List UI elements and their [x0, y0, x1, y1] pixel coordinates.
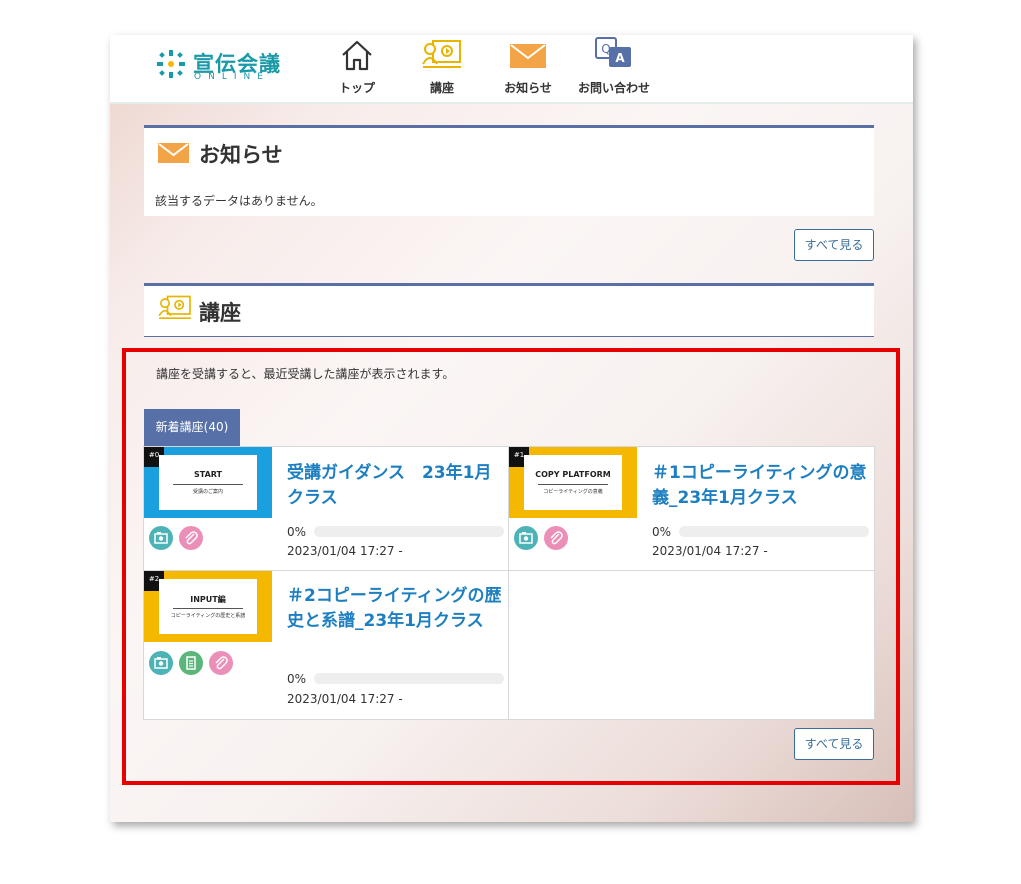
video-icon	[514, 526, 538, 550]
course-card[interactable]: #2 INPUT編 コピーライティングの歴史と系譜 ＃2コピーライティングの歴史…	[144, 571, 508, 719]
notices-title: お知らせ	[199, 143, 283, 167]
thumbnail-panel: INPUT編 コピーライティングの歴史と系譜	[159, 579, 257, 634]
clip-icon	[179, 526, 203, 550]
logo-mark-icon	[157, 50, 185, 78]
thumbnail-title: COPY PLATFORM	[535, 470, 611, 479]
courses-title: 講座	[199, 301, 241, 325]
notices-empty-text: 該当するデータはありません。	[155, 194, 323, 208]
course-thumbnail[interactable]: #2 INPUT編 コピーライティングの歴史と系譜	[144, 571, 272, 642]
course-date: 2023/01/04 17:27 -	[652, 544, 768, 558]
document-icon	[179, 651, 203, 675]
thumbnail-panel: START 受講のご案内	[159, 455, 257, 510]
lecture-icon	[422, 40, 461, 68]
course-thumbnail[interactable]: #1 COPY PLATFORM コピーライティングの意義	[509, 447, 637, 518]
progress-bar	[314, 526, 504, 537]
course-title-link[interactable]: ＃1コピーライティングの意義_23年1月クラス	[652, 461, 870, 511]
header: 宣伝会議 ONLINE トップ 講座 お知らせ Q A お問い合わせ	[110, 35, 913, 104]
progress-text: 0%	[287, 672, 307, 686]
notices-section: お知らせ 該当するデータはありません。 すべて見る	[144, 125, 874, 265]
nav-label-top: トップ	[338, 81, 375, 95]
courses-description: 講座を受講すると、最近受講した講座が表示されます。	[156, 367, 455, 381]
courses-section: 講座	[144, 283, 874, 337]
home-icon	[342, 40, 372, 71]
course-card[interactable]: #1 COPY PLATFORM コピーライティングの意義 ＃1コピーライティン…	[509, 447, 873, 569]
nav-label-news: お知らせ	[504, 81, 552, 95]
courses-see-all-button[interactable]: すべて見る	[794, 728, 874, 760]
course-grid: #0 START 受講のご案内 受講ガイダンス 23年1月クラス 0% 2023…	[143, 446, 875, 720]
notices-see-all-button[interactable]: すべて見る	[794, 229, 874, 261]
thumbnail-title: START	[193, 470, 223, 479]
course-thumbnail[interactable]: #0 START 受講のご案内	[144, 447, 272, 518]
thumbnail-subtitle: コピーライティングの意義	[543, 489, 603, 495]
notices-body: 該当するデータはありません。	[144, 178, 874, 216]
lecture-icon	[158, 295, 191, 319]
nav-item-contact[interactable]: Q A お問い合わせ	[573, 35, 655, 102]
clip-icon	[209, 651, 233, 675]
thumbnail-rule	[173, 608, 243, 609]
courses-header: 講座	[144, 283, 874, 337]
nav-item-top[interactable]: トップ	[332, 35, 382, 102]
notices-header: お知らせ	[144, 125, 874, 179]
thumbnail-title: INPUT編	[190, 595, 226, 604]
video-icon	[149, 526, 173, 550]
progress-bar	[314, 673, 504, 684]
progress-bar	[679, 526, 869, 537]
progress-text: 0%	[287, 525, 307, 539]
qa-icon: Q A	[595, 37, 631, 67]
course-date: 2023/01/04 17:27 -	[287, 692, 403, 706]
thumbnail-rule	[173, 484, 243, 485]
thumbnail-panel: COPY PLATFORM コピーライティングの意義	[524, 455, 622, 510]
svg-text:A: A	[615, 51, 625, 65]
nav-label-courses: 講座	[429, 81, 454, 95]
nav-item-news[interactable]: お知らせ	[500, 35, 556, 102]
video-icon	[149, 651, 173, 675]
brand-sub: ONLINE	[194, 72, 270, 82]
nav-item-courses[interactable]: 講座	[417, 35, 467, 102]
mail-icon	[158, 143, 189, 163]
clip-icon	[544, 526, 568, 550]
progress-text: 0%	[652, 525, 672, 539]
nav-label-contact: お問い合わせ	[577, 81, 650, 95]
tab-new-courses[interactable]: 新着講座(40)	[144, 409, 240, 446]
course-card[interactable]: #0 START 受講のご案内 受講ガイダンス 23年1月クラス 0% 2023…	[144, 447, 508, 569]
course-title-link[interactable]: ＃2コピーライティングの歴史と系譜_23年1月クラス	[287, 584, 505, 634]
mail-icon	[510, 44, 546, 68]
course-date: 2023/01/04 17:27 -	[287, 544, 403, 558]
thumbnail-rule	[538, 484, 608, 485]
thumbnail-subtitle: コピーライティングの歴史と系譜	[170, 613, 246, 619]
course-title-link[interactable]: 受講ガイダンス 23年1月クラス	[287, 461, 505, 511]
thumbnail-subtitle: 受講のご案内	[192, 489, 223, 495]
